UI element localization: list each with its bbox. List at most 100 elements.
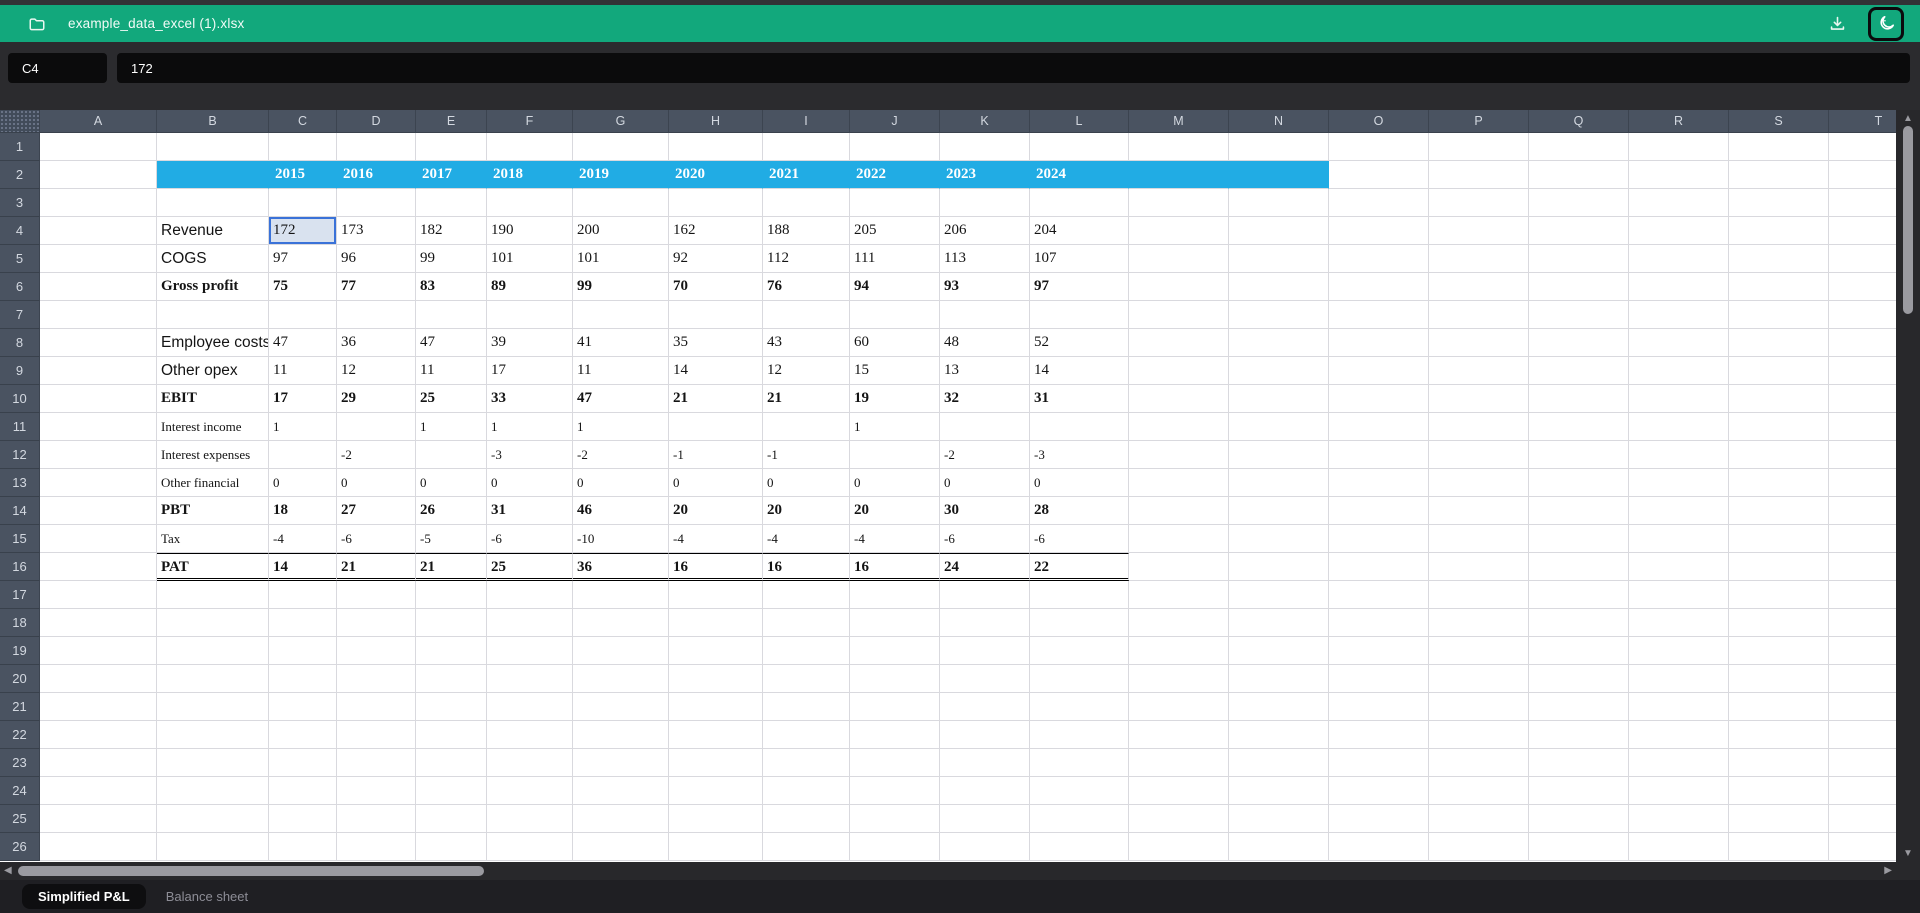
cell-O10[interactable] xyxy=(1329,385,1429,413)
cell-E17[interactable] xyxy=(416,581,487,609)
cell-H20[interactable] xyxy=(669,665,763,693)
cell-G4[interactable]: 200 xyxy=(573,217,669,245)
cell-D22[interactable] xyxy=(337,721,416,749)
cell-E25[interactable] xyxy=(416,805,487,833)
cell-P5[interactable] xyxy=(1429,245,1529,273)
cell-B4[interactable]: Revenue xyxy=(157,217,269,245)
cell-G10[interactable]: 47 xyxy=(573,385,669,413)
cell-D16[interactable]: 21 xyxy=(337,553,416,581)
cell-B9[interactable]: Other opex xyxy=(157,357,269,385)
cell-O21[interactable] xyxy=(1329,693,1429,721)
cell-J3[interactable] xyxy=(850,189,940,217)
col-header-E[interactable]: E xyxy=(416,110,487,133)
cell-D25[interactable] xyxy=(337,805,416,833)
cell-P18[interactable] xyxy=(1429,609,1529,637)
cell-B14[interactable]: PBT xyxy=(157,497,269,525)
cell-N26[interactable] xyxy=(1229,833,1329,861)
cell-A24[interactable] xyxy=(40,777,157,805)
cell-K3[interactable] xyxy=(940,189,1030,217)
cell-O25[interactable] xyxy=(1329,805,1429,833)
cell-F1[interactable] xyxy=(487,133,573,161)
cell-A6[interactable] xyxy=(40,273,157,301)
cell-N25[interactable] xyxy=(1229,805,1329,833)
cell-F19[interactable] xyxy=(487,637,573,665)
cell-A10[interactable] xyxy=(40,385,157,413)
cell-N15[interactable] xyxy=(1229,525,1329,553)
cell-C22[interactable] xyxy=(269,721,337,749)
cell-K7[interactable] xyxy=(940,301,1030,329)
row-header-15[interactable]: 15 xyxy=(0,525,40,553)
cell-G26[interactable] xyxy=(573,833,669,861)
cell-P6[interactable] xyxy=(1429,273,1529,301)
cell-S4[interactable] xyxy=(1729,217,1829,245)
cell-E2[interactable]: 2017 xyxy=(416,161,487,189)
cell-S16[interactable] xyxy=(1729,553,1829,581)
cell-M21[interactable] xyxy=(1129,693,1229,721)
cell-S6[interactable] xyxy=(1729,273,1829,301)
cell-L7[interactable] xyxy=(1030,301,1129,329)
row-header-6[interactable]: 6 xyxy=(0,273,40,301)
col-header-D[interactable]: D xyxy=(337,110,416,133)
cell-S3[interactable] xyxy=(1729,189,1829,217)
cell-H24[interactable] xyxy=(669,777,763,805)
vertical-scrollbar[interactable]: ▲ ▼ xyxy=(1896,110,1920,862)
cell-F2[interactable]: 2018 xyxy=(487,161,573,189)
cell-O19[interactable] xyxy=(1329,637,1429,665)
download-button[interactable] xyxy=(1820,8,1854,40)
cell-H8[interactable]: 35 xyxy=(669,329,763,357)
cell-H5[interactable]: 92 xyxy=(669,245,763,273)
cell-T2[interactable] xyxy=(1829,161,1896,189)
cell-T23[interactable] xyxy=(1829,749,1896,777)
cell-Q8[interactable] xyxy=(1529,329,1629,357)
cell-E23[interactable] xyxy=(416,749,487,777)
cell-L18[interactable] xyxy=(1030,609,1129,637)
cell-C10[interactable]: 17 xyxy=(269,385,337,413)
cell-T22[interactable] xyxy=(1829,721,1896,749)
cell-P12[interactable] xyxy=(1429,441,1529,469)
cell-T15[interactable] xyxy=(1829,525,1896,553)
cell-K8[interactable]: 48 xyxy=(940,329,1030,357)
cell-O11[interactable] xyxy=(1329,413,1429,441)
cell-A14[interactable] xyxy=(40,497,157,525)
cell-L3[interactable] xyxy=(1030,189,1129,217)
cell-I10[interactable]: 21 xyxy=(763,385,850,413)
cell-B8[interactable]: Employee costs xyxy=(157,329,269,357)
cell-C23[interactable] xyxy=(269,749,337,777)
cell-O12[interactable] xyxy=(1329,441,1429,469)
cell-L14[interactable]: 28 xyxy=(1030,497,1129,525)
cell-K19[interactable] xyxy=(940,637,1030,665)
cell-J11[interactable]: 1 xyxy=(850,413,940,441)
cell-P19[interactable] xyxy=(1429,637,1529,665)
cell-F5[interactable]: 101 xyxy=(487,245,573,273)
cell-H12[interactable]: -1 xyxy=(669,441,763,469)
cell-H18[interactable] xyxy=(669,609,763,637)
cell-F4[interactable]: 190 xyxy=(487,217,573,245)
cell-S12[interactable] xyxy=(1729,441,1829,469)
cell-O13[interactable] xyxy=(1329,469,1429,497)
cell-B5[interactable]: COGS xyxy=(157,245,269,273)
cell-M1[interactable] xyxy=(1129,133,1229,161)
cell-H4[interactable]: 162 xyxy=(669,217,763,245)
cell-R10[interactable] xyxy=(1629,385,1729,413)
cell-C21[interactable] xyxy=(269,693,337,721)
cell-N5[interactable] xyxy=(1229,245,1329,273)
cell-M13[interactable] xyxy=(1129,469,1229,497)
cell-I1[interactable] xyxy=(763,133,850,161)
cell-D26[interactable] xyxy=(337,833,416,861)
cell-H19[interactable] xyxy=(669,637,763,665)
cell-L2[interactable]: 2024 xyxy=(1030,161,1129,189)
col-header-M[interactable]: M xyxy=(1129,110,1229,133)
cell-M6[interactable] xyxy=(1129,273,1229,301)
cell-H16[interactable]: 16 xyxy=(669,553,763,581)
cell-F8[interactable]: 39 xyxy=(487,329,573,357)
cell-M20[interactable] xyxy=(1129,665,1229,693)
cell-R15[interactable] xyxy=(1629,525,1729,553)
cell-A4[interactable] xyxy=(40,217,157,245)
cell-J2[interactable]: 2022 xyxy=(850,161,940,189)
cell-B15[interactable]: Tax xyxy=(157,525,269,553)
cell-O18[interactable] xyxy=(1329,609,1429,637)
cell-N7[interactable] xyxy=(1229,301,1329,329)
horizontal-scrollbar-thumb[interactable] xyxy=(18,866,484,876)
cell-Q21[interactable] xyxy=(1529,693,1629,721)
cell-R17[interactable] xyxy=(1629,581,1729,609)
